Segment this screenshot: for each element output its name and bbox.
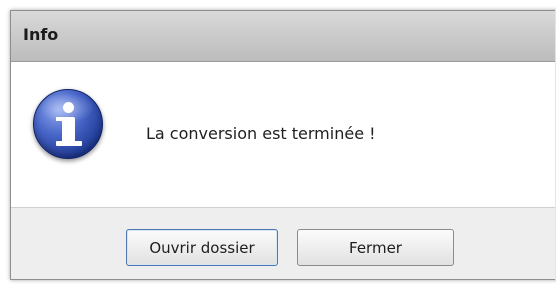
open-folder-button[interactable]: Ouvrir dossier xyxy=(126,229,278,266)
dialog-title: Info xyxy=(23,25,59,44)
dialog-button-bar: Ouvrir dossier Fermer xyxy=(11,208,556,279)
info-icon-dot xyxy=(63,102,74,113)
info-icon-foot xyxy=(56,141,82,146)
close-button[interactable]: Fermer xyxy=(297,229,454,266)
info-icon-stem xyxy=(62,117,75,143)
dialog-content: La conversion est terminée ! xyxy=(11,62,556,208)
dialog-titlebar[interactable]: Info xyxy=(11,11,556,62)
page: Info La conversion est terminée ! Ouvrir… xyxy=(0,0,556,284)
info-dialog: Info La conversion est terminée ! Ouvrir… xyxy=(10,10,556,280)
dialog-message: La conversion est terminée ! xyxy=(146,124,376,143)
info-icon xyxy=(33,89,103,159)
